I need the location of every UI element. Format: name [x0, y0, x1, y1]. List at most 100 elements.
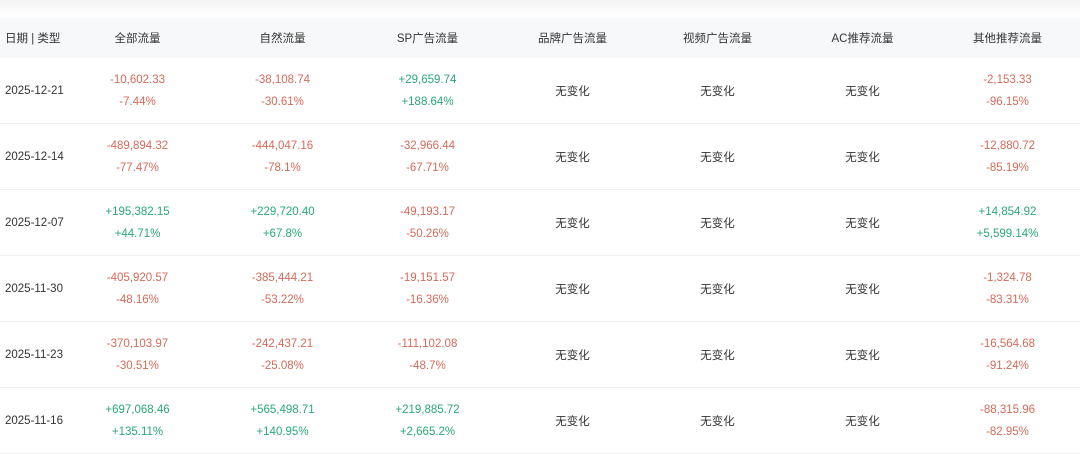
no-change-label: 无变化 [700, 217, 735, 230]
other-recommend-traffic-cell: -88,315.96 -82.95% [935, 387, 1080, 454]
change-percent: +2,665.2% [399, 425, 456, 438]
change-value: +195,382.15 [105, 205, 170, 218]
change-percent: -83.31% [986, 293, 1029, 306]
date-cell: 2025-11-16 [0, 387, 65, 454]
date-cell: 2025-11-23 [0, 321, 65, 388]
change-percent: +135.11% [111, 425, 164, 438]
column-header-brand-ad-traffic: 品牌广告流量 [500, 18, 645, 58]
brand-ad-traffic-cell: 无变化 [500, 387, 645, 454]
brand-ad-traffic-cell: 无变化 [500, 321, 645, 388]
change-percent: -48.16% [116, 293, 159, 306]
video-ad-traffic-cell: 无变化 [645, 123, 790, 190]
table-row: 2025-12-07 +195,382.15 +44.71% +229,720.40 +… [0, 189, 1080, 256]
change-percent: -30.51% [116, 359, 159, 372]
change-value: -32,966.44 [400, 139, 455, 152]
no-change-label: 无变化 [700, 349, 735, 362]
no-change-label: 无变化 [700, 415, 735, 428]
ac-recommend-traffic-cell: 无变化 [790, 387, 935, 454]
change-percent: -77.47% [116, 161, 159, 174]
no-change-label: 无变化 [845, 85, 880, 98]
change-percent: +188.64% [401, 95, 454, 108]
change-percent: +67.8% [262, 227, 303, 240]
no-change-label: 无变化 [700, 151, 735, 164]
ac-recommend-traffic-cell: 无变化 [790, 255, 935, 322]
other-recommend-traffic-cell: -2,153.33 -96.15% [935, 58, 1080, 124]
sp-ad-traffic-cell: +29,659.74 +188.64% [355, 58, 500, 124]
change-percent: -50.26% [406, 227, 449, 240]
date-cell: 2025-12-07 [0, 189, 65, 256]
ac-recommend-traffic-cell: 无变化 [790, 321, 935, 388]
column-header-video-ad-traffic: 视频广告流量 [645, 18, 790, 58]
brand-ad-traffic-cell: 无变化 [500, 189, 645, 256]
change-percent: -25.08% [261, 359, 304, 372]
no-change-label: 无变化 [845, 151, 880, 164]
brand-ad-traffic-cell: 无变化 [500, 255, 645, 322]
change-value: -242,437.21 [251, 337, 314, 350]
sp-ad-traffic-cell: -111,102.08 -48.7% [355, 321, 500, 388]
ac-recommend-traffic-cell: 无变化 [790, 123, 935, 190]
change-value: -38,108.74 [255, 73, 310, 86]
other-recommend-traffic-cell: -12,880.72 -85.19% [935, 123, 1080, 190]
table-row: 2025-11-30 -405,920.57 -48.16% -385,444.21-… [0, 255, 1080, 322]
table-row: 2025-11-16 +697,068.46 +135.11% +565,498.71… [0, 387, 1080, 454]
total-traffic-cell: -10,602.33 -7.44% [65, 58, 210, 124]
organic-traffic-cell: -444,047.16 -78.1% [210, 123, 355, 190]
total-traffic-cell: +195,382.15 +44.71% [65, 189, 210, 256]
no-change-label: 无变化 [845, 415, 880, 428]
date-cell: 2025-12-14 [0, 123, 65, 190]
change-percent: -48.7% [409, 359, 446, 372]
traffic-change-table: 日期 | 类型 全部流量 自然流量 SP广告流量 品牌广告流量 视频广告流量 AC推荐流量其… [0, 18, 1080, 454]
no-change-label: 无变化 [555, 283, 590, 296]
table-row: 2025-11-23 -370,103.97 -30.51% -242,437.21-… [0, 321, 1080, 388]
organic-traffic-cell: -385,444.21 -53.22% [210, 255, 355, 322]
change-value: +219,885.72 [395, 403, 460, 416]
sp-ad-traffic-cell: -49,193.17 -50.26% [355, 189, 500, 256]
no-change-label: 无变化 [555, 217, 590, 230]
change-percent: -96.15% [986, 95, 1029, 108]
change-value: -444,047.16 [251, 139, 314, 152]
no-change-label: 无变化 [555, 349, 590, 362]
change-percent: -91.24% [986, 359, 1029, 372]
table-row: 2025-12-14 -489,894.32 -77.47% -444,047.16-… [0, 123, 1080, 190]
no-change-label: 无变化 [845, 349, 880, 362]
video-ad-traffic-cell: 无变化 [645, 255, 790, 322]
video-ad-traffic-cell: 无变化 [645, 321, 790, 388]
change-value: +565,498.71 [250, 403, 315, 416]
no-change-label: 无变化 [555, 415, 590, 428]
organic-traffic-cell: -242,437.21 -25.08% [210, 321, 355, 388]
other-recommend-traffic-cell: -1,324.78 -83.31% [935, 255, 1080, 322]
change-percent: -67.71% [406, 161, 449, 174]
brand-ad-traffic-cell: 无变化 [500, 123, 645, 190]
change-percent: -53.22% [261, 293, 304, 306]
change-value: -12,880.72 [980, 139, 1035, 152]
change-value: +229,720.40 [250, 205, 315, 218]
change-value: -405,920.57 [106, 271, 169, 284]
date-cell: 2025-11-30 [0, 255, 65, 322]
column-header-total-traffic: 全部流量 [65, 18, 210, 58]
video-ad-traffic-cell: 无变化 [645, 189, 790, 256]
date-cell: 2025-12-21 [0, 58, 65, 124]
organic-traffic-cell: +565,498.71 +140.95% [210, 387, 355, 454]
change-value: -2,153.33 [983, 73, 1032, 86]
other-recommend-traffic-cell: -16,564.68 -91.24% [935, 321, 1080, 388]
column-header-sp-ad-traffic: SP广告流量 [355, 18, 500, 58]
change-percent: +140.95% [256, 425, 309, 438]
column-header-organic-traffic: 自然流量 [210, 18, 355, 58]
change-value: -10,602.33 [110, 73, 165, 86]
change-value: -88,315.96 [980, 403, 1035, 416]
change-value: +14,854.92 [978, 205, 1037, 218]
no-change-label: 无变化 [700, 283, 735, 296]
other-recommend-traffic-cell: +14,854.92 +5,599.14% [935, 189, 1080, 256]
change-percent: -16.36% [406, 293, 449, 306]
change-percent: +44.71% [114, 227, 161, 240]
video-ad-traffic-cell: 无变化 [645, 58, 790, 124]
total-traffic-cell: -489,894.32 -77.47% [65, 123, 210, 190]
change-value: +29,659.74 [398, 73, 457, 86]
total-traffic-cell: -405,920.57 -48.16% [65, 255, 210, 322]
change-value: -1,324.78 [983, 271, 1032, 284]
video-ad-traffic-cell: 无变化 [645, 387, 790, 454]
column-header-date-type: 日期 | 类型 [0, 18, 65, 58]
table-header: 日期 | 类型 全部流量 自然流量 SP广告流量 品牌广告流量 视频广告流量 AC推荐流量其… [0, 18, 1080, 58]
top-shadow [0, 0, 1080, 18]
ac-recommend-traffic-cell: 无变化 [790, 58, 935, 124]
